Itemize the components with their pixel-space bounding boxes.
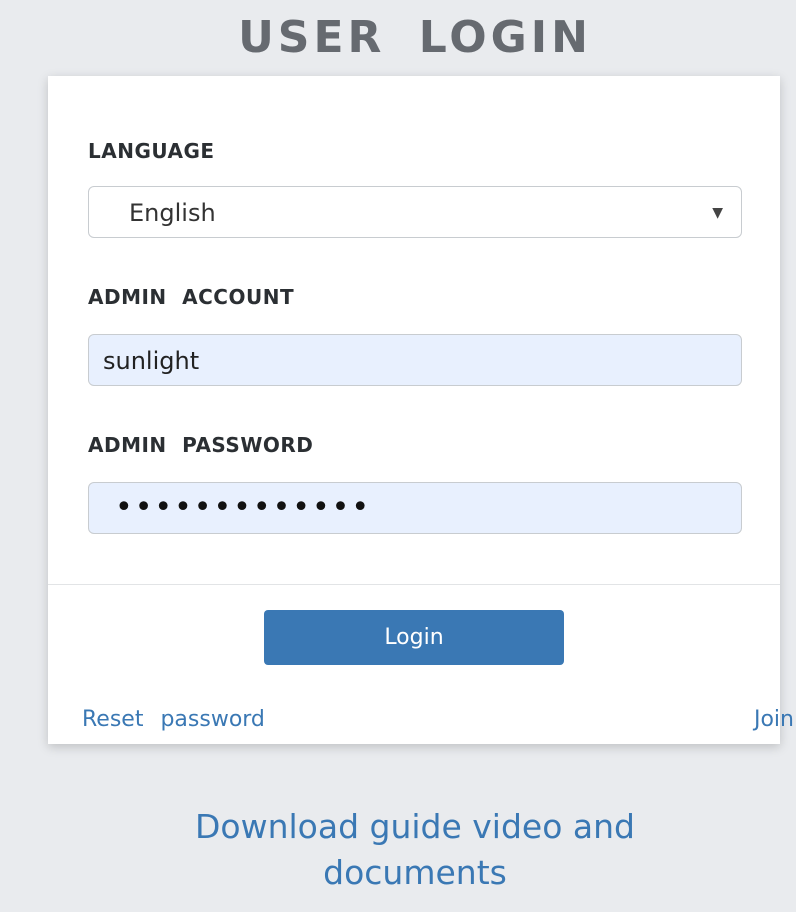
admin-password-value: •••••••••••••	[115, 490, 372, 525]
login-card: LANGUAGE English ▼ ADMIN ACCOUNT sunligh…	[48, 76, 794, 744]
admin-password-label: ADMIN PASSWORD	[88, 433, 314, 457]
admin-password-input[interactable]: •••••••••••••	[88, 482, 742, 534]
download-guide-line-1: Download guide video and	[194, 807, 635, 846]
download-guide-line-2: documents	[323, 853, 507, 892]
admin-account-input[interactable]: sunlight	[88, 334, 742, 386]
language-select-value: English	[129, 199, 216, 227]
admin-account-label: ADMIN ACCOUNT	[88, 285, 295, 309]
download-guide-link[interactable]: Download guide video and documents	[0, 804, 796, 896]
reset-password-link[interactable]: Reset password	[82, 706, 265, 734]
admin-account-value: sunlight	[103, 347, 200, 375]
login-button[interactable]: Login	[264, 610, 564, 665]
page-title: USER LOGIN	[238, 12, 592, 63]
language-label: LANGUAGE	[88, 139, 215, 163]
caret-down-icon: ▼	[712, 205, 723, 221]
join-link[interactable]: Join	[754, 706, 794, 734]
form-divider	[48, 584, 780, 585]
language-select[interactable]: English ▼	[88, 186, 742, 238]
